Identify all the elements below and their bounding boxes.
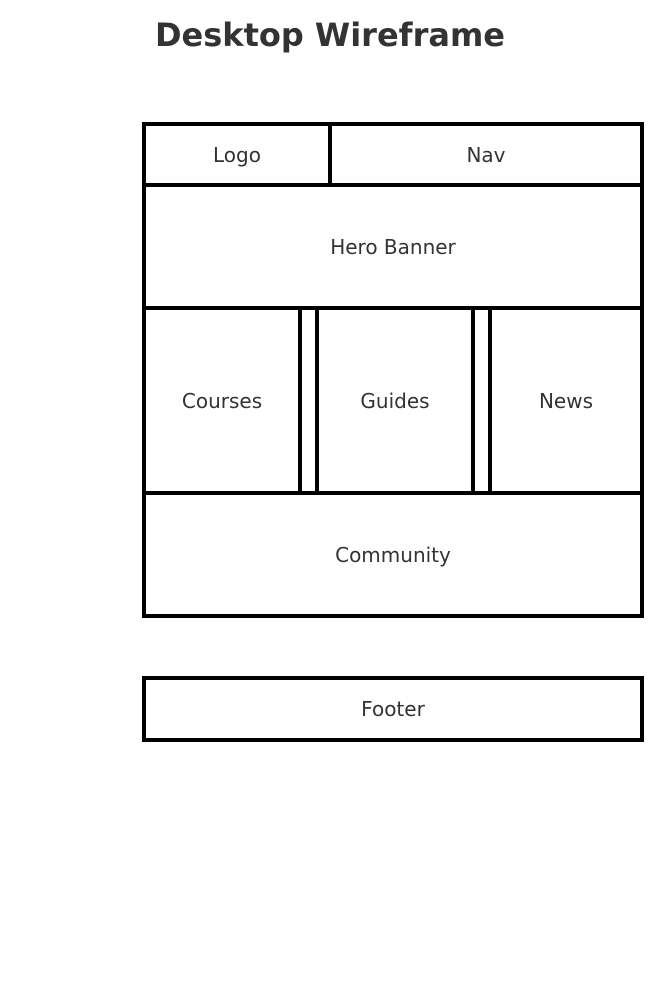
community-label: Community [335, 542, 451, 567]
nav-label: Nav [466, 142, 506, 167]
community-region: Community [142, 491, 644, 618]
logo-label: Logo [213, 142, 261, 167]
hero-banner-label: Hero Banner [330, 234, 456, 259]
guides-region: Guides [315, 306, 475, 495]
hero-banner-region: Hero Banner [142, 183, 644, 310]
footer-region: Footer [142, 676, 644, 742]
news-region: News [488, 306, 644, 495]
news-label: News [538, 388, 594, 413]
guides-label: Guides [360, 388, 430, 413]
nav-region: Nav [328, 122, 644, 187]
footer-label: Footer [361, 697, 425, 721]
courses-label: Courses [181, 388, 263, 413]
page-title: Desktop Wireframe [154, 16, 505, 54]
logo-region: Logo [142, 122, 332, 187]
courses-region: Courses [142, 306, 302, 495]
